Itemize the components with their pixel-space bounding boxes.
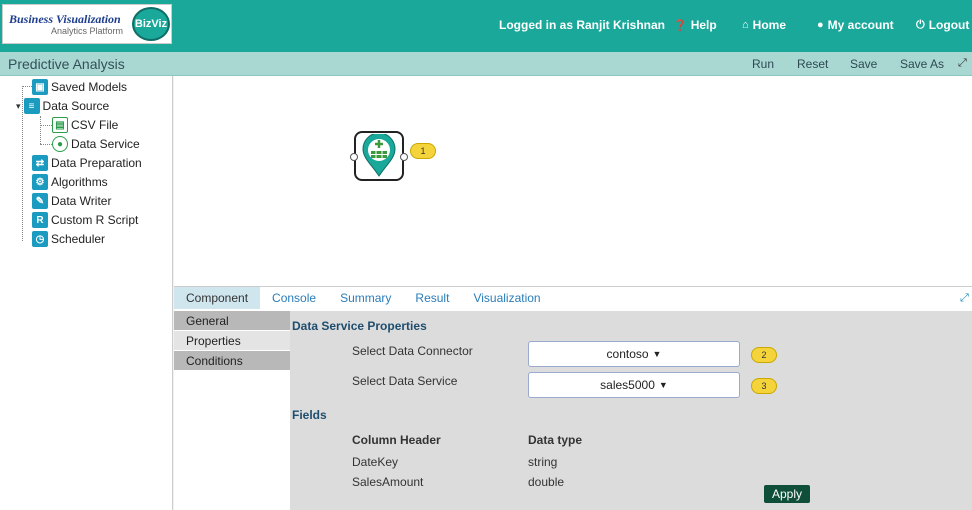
tree-item-label: Data Writer: [51, 194, 112, 208]
data-service-node-icon: [362, 134, 396, 177]
logo-title: Business Visualization: [9, 12, 121, 26]
title-bar: Predictive Analysis Run Reset Save Save …: [0, 52, 972, 76]
subnav-general[interactable]: General: [174, 311, 290, 331]
data-type-heading: Data type: [528, 433, 583, 447]
tree-connector: [40, 125, 52, 126]
home-icon: ⌂: [742, 19, 749, 31]
callout-badge-2: 2: [751, 347, 777, 363]
data-service-node[interactable]: [350, 131, 408, 181]
tree-item-data-service[interactable]: ● Data Service: [52, 136, 140, 152]
apply-button[interactable]: Apply: [764, 485, 810, 503]
component-tree: ▣ Saved Models ▾ ≡ Data Source ▤ CSV Fil…: [0, 76, 173, 510]
tree-item-data-source[interactable]: ▾ ≡ Data Source: [16, 98, 109, 114]
logo-badge: BizViz: [132, 7, 170, 41]
tree-item-data-preparation[interactable]: ⇄ Data Preparation: [32, 155, 142, 171]
tree-item-csv-file[interactable]: ▤ CSV File: [52, 117, 118, 133]
home-link[interactable]: ⌂ Home: [742, 18, 786, 32]
expand-panel-icon[interactable]: ⤢: [960, 292, 969, 305]
my-account-link[interactable]: ● My account: [817, 18, 894, 32]
field-name: DateKey: [352, 455, 399, 469]
tree-item-data-writer[interactable]: ✎ Data Writer: [32, 193, 111, 209]
account-label: My account: [827, 18, 894, 32]
logo-subtitle: Analytics Platform: [51, 26, 124, 36]
tree-connector: [40, 116, 41, 144]
service-label: Select Data Service: [352, 374, 458, 388]
logo[interactable]: Business Visualization Analytics Platfor…: [2, 4, 172, 44]
reset-button[interactable]: Reset: [797, 57, 828, 71]
data-service-properties: Data Service Properties Select Data Conn…: [290, 311, 972, 510]
panel-tabs: Component Console Summary Result Visuali…: [174, 287, 972, 309]
save-button[interactable]: Save: [850, 57, 877, 71]
user-status-text: Logged in as Ranjit Krishnan: [499, 18, 666, 32]
tree-item-label: CSV File: [71, 118, 119, 132]
help-icon: ❓: [673, 19, 687, 32]
database-icon: ≡: [23, 98, 40, 114]
save-as-button[interactable]: Save As: [900, 57, 944, 71]
tree-item-custom-r-script[interactable]: R Custom R Script: [32, 212, 138, 228]
tree-item-label: Data Source: [42, 99, 110, 113]
input-port[interactable]: [350, 153, 358, 161]
page-title: Predictive Analysis: [8, 56, 125, 72]
collapse-arrow-icon: ▾: [16, 100, 21, 111]
data-service-value: sales5000: [600, 378, 655, 392]
callout-badge-3: 3: [751, 378, 777, 394]
field-type: double: [528, 475, 565, 489]
tree-item-scheduler[interactable]: ◷ Scheduler: [32, 231, 105, 247]
tree-item-label: Data Service: [71, 137, 140, 151]
run-button[interactable]: Run: [752, 57, 774, 71]
fields-title: Fields: [292, 408, 327, 422]
data-service-icon: ●: [52, 136, 68, 152]
data-preparation-icon: ⇄: [32, 155, 48, 171]
tab-console[interactable]: Console: [260, 287, 328, 309]
property-subnav: General Properties Conditions: [174, 311, 290, 371]
top-header: Business Visualization Analytics Platfor…: [0, 0, 972, 52]
tab-summary[interactable]: Summary: [328, 287, 403, 309]
user-icon: ●: [817, 19, 824, 31]
tree-item-label: Algorithms: [51, 175, 108, 189]
data-service-dropdown[interactable]: sales5000 ▼: [528, 372, 740, 398]
subnav-properties[interactable]: Properties: [174, 331, 290, 351]
tab-visualization[interactable]: Visualization: [461, 287, 552, 309]
tree-connector: [40, 144, 52, 145]
tree-item-label: Custom R Script: [51, 213, 139, 227]
logout-label: Logout: [928, 18, 970, 32]
data-connector-value: contoso: [606, 347, 649, 361]
tree-item-label: Data Preparation: [51, 156, 142, 170]
help-label: Help: [690, 18, 717, 32]
tree-item-label: Saved Models: [51, 80, 128, 94]
expand-icon[interactable]: ⤢: [958, 57, 967, 70]
section-title: Data Service Properties: [292, 319, 427, 333]
logout-link[interactable]: ⏻ Logout: [916, 18, 969, 32]
saved-models-icon: ▣: [32, 79, 48, 95]
tree-item-saved-models[interactable]: ▣ Saved Models: [32, 79, 127, 95]
csv-file-icon: ▤: [52, 117, 68, 133]
power-icon: ⏻: [916, 18, 925, 31]
column-header-heading: Column Header: [352, 433, 441, 447]
data-writer-icon: ✎: [32, 193, 48, 209]
caret-down-icon: ▼: [652, 349, 662, 359]
properties-panel: Component Console Summary Result Visuali…: [174, 286, 972, 510]
data-connector-dropdown[interactable]: contoso ▼: [528, 341, 740, 367]
scheduler-icon: ◷: [32, 231, 48, 247]
tab-component[interactable]: Component: [174, 287, 261, 309]
home-label: Home: [752, 18, 786, 32]
tree-item-label: Scheduler: [51, 232, 106, 246]
workflow-canvas[interactable]: 1: [174, 76, 972, 286]
field-type: string: [528, 455, 558, 469]
algorithms-icon: ⚙: [32, 174, 48, 190]
user-status: Logged in as Ranjit Krishnan: [499, 18, 665, 32]
callout-badge-1: 1: [410, 143, 436, 159]
tree-item-algorithms[interactable]: ⚙ Algorithms: [32, 174, 108, 190]
connector-label: Select Data Connector: [352, 344, 473, 358]
subnav-conditions[interactable]: Conditions: [174, 351, 290, 371]
tree-connector: [22, 86, 32, 87]
field-name: SalesAmount: [352, 475, 424, 489]
output-port[interactable]: [400, 153, 408, 161]
r-script-icon: R: [32, 212, 48, 228]
caret-down-icon: ▼: [658, 380, 668, 390]
help-link[interactable]: ❓ Help: [673, 18, 717, 32]
tab-result[interactable]: Result: [403, 287, 461, 309]
